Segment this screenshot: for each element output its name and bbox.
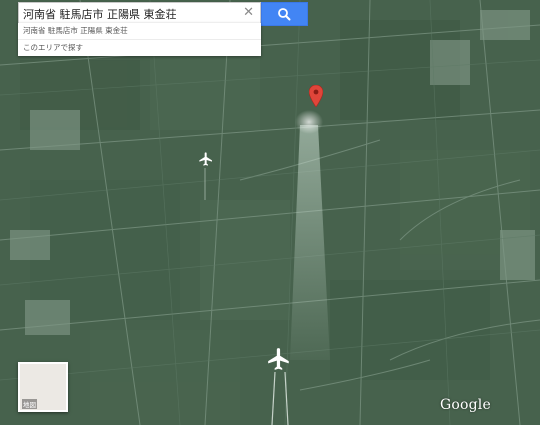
- map-type-toggle[interactable]: 地図: [18, 362, 68, 412]
- suggestion-item[interactable]: このエリアで探す: [18, 39, 261, 56]
- search-icon: [278, 8, 291, 21]
- satellite-map[interactable]: 河南省 駐馬店市 正陽県 東金荘 ✕ 河南省 駐馬店市 正陽県 東金荘 このエリ…: [0, 0, 540, 425]
- search-button[interactable]: [261, 2, 308, 26]
- map-pin-icon[interactable]: [308, 84, 324, 112]
- suggestion-item[interactable]: 河南省 駐馬店市 正陽県 東金荘: [18, 23, 261, 39]
- airplane-icon: [198, 151, 214, 172]
- close-icon[interactable]: ✕: [243, 5, 254, 20]
- map-type-label: 地図: [22, 399, 37, 409]
- search-suggestions: 河南省 駐馬店市 正陽県 東金荘 このエリアで探す: [18, 23, 261, 56]
- search-query[interactable]: 河南省 駐馬店市 正陽県 東金荘: [23, 6, 177, 22]
- airplane-icon: [266, 346, 292, 377]
- search-input[interactable]: 河南省 駐馬店市 正陽県 東金荘 ✕: [18, 2, 261, 24]
- google-logo: Google: [440, 397, 491, 413]
